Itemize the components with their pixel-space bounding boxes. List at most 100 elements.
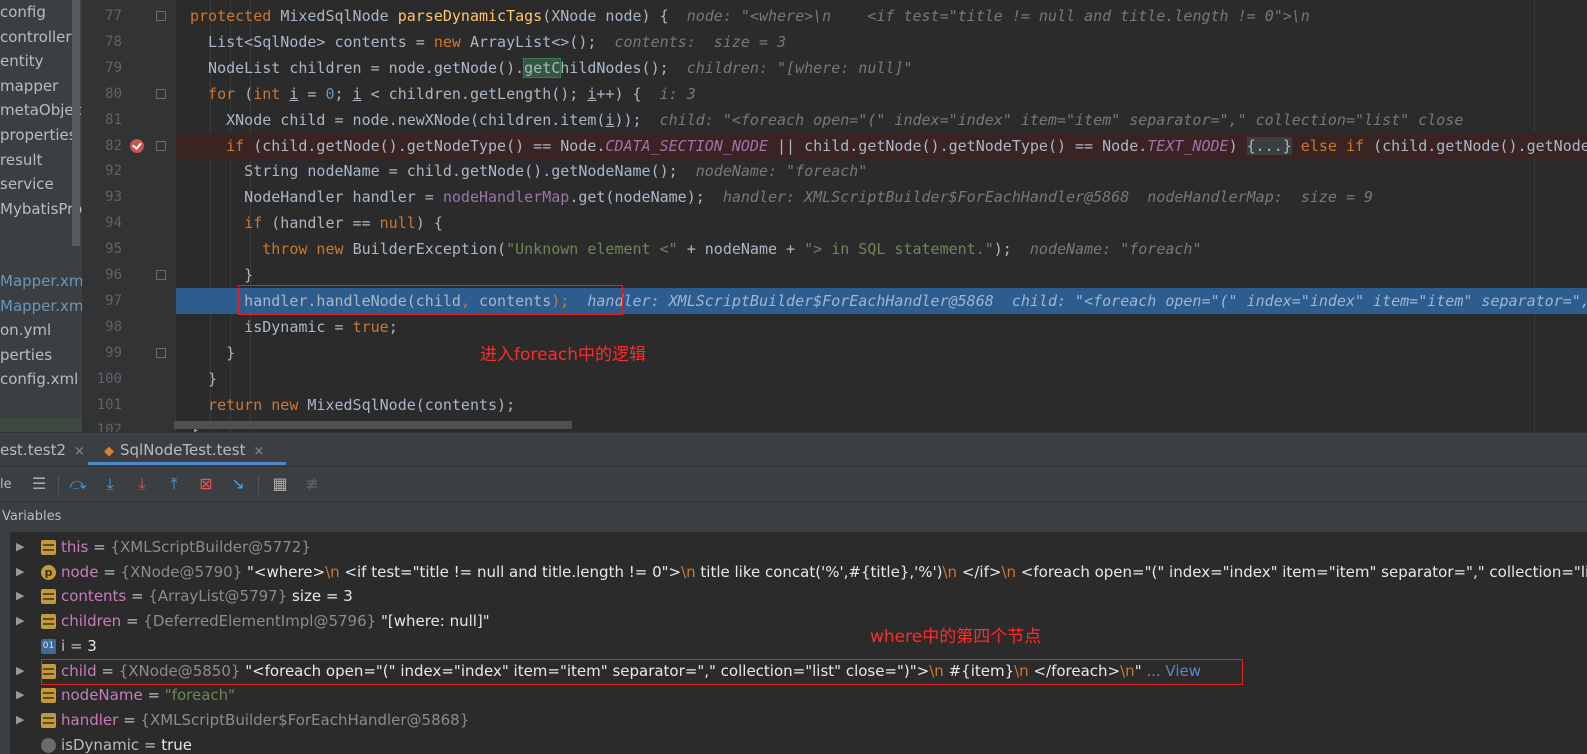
tab-test2[interactable]: est.test2 × [0,433,85,467]
variable-row[interactable]: ▶ this = {XMLScriptBuilder@5772} [0,535,1587,560]
expand-arrow-icon[interactable]: ▶ [16,535,24,560]
variable-row[interactable]: ▶ nodeName = "foreach" [0,683,1587,708]
close-icon[interactable]: × [253,444,264,459]
project-scrollbar[interactable] [72,0,80,246]
code-token: } [190,266,254,284]
variable-row[interactable]: isDynamic = true [0,733,1587,754]
project-tree-item[interactable]: perties [0,343,52,367]
code-token: new [433,32,470,51]
project-tree-item[interactable]: config [0,0,46,24]
breakpoint-icon[interactable] [130,138,144,153]
code-token: nodeHandlerMap [442,188,570,207]
code-editor[interactable]: protected MixedSqlNode parseDynamicTags(… [176,0,1587,432]
field-variable-icon [41,540,56,555]
close-icon[interactable]: × [74,444,85,459]
line-number: 100 [96,370,122,387]
expand-arrow-icon[interactable]: ▶ [16,560,24,585]
code-token: ) [1228,136,1247,155]
variable-value: {XMLScriptBuilder$ForEachHandler@5868} [140,710,470,729]
code-token: 0 [325,84,335,103]
code-token: NodeHandler handler = [190,188,443,207]
code-token: if [190,214,272,233]
variable-value: = [142,686,165,705]
code-line: isDynamic = true; [176,314,1587,340]
editor-horizontal-scrollbar[interactable] [174,421,572,429]
code-token: (child.getNode().getNodeType() == Node. [1373,136,1587,155]
fold-marker-icon[interactable] [156,140,166,151]
code-token: } [190,369,218,388]
project-tree-item[interactable]: metaObject [0,98,82,122]
variable-value: </if> [957,562,1002,581]
frames-list-icon[interactable]: ☰ [29,474,49,494]
project-tree-item[interactable]: result [0,148,42,172]
step-over-icon[interactable]: ⤼ [68,474,88,494]
variable-row[interactable]: ▶ contents = {ArrayList@5797} size = 3 [0,584,1587,609]
step-into-icon[interactable]: ⤓ [100,474,120,494]
variable-value: = [88,538,111,556]
variables-tree[interactable]: ▶ this = {XMLScriptBuilder@5772} ▶ p node = … [0,532,1587,754]
debug-tab-bar: est.test2 × ◆ SqlNodeTest.test × [0,432,1587,466]
variable-row[interactable]: ▶ handler = {XMLScriptBuilder$ForEachHand… [0,708,1587,733]
code-token: )); [614,110,660,129]
fold-marker-icon[interactable] [156,88,166,99]
project-tree-item[interactable]: entity [0,49,44,73]
step-out-icon[interactable]: ⤒ [164,474,184,494]
code-token: .get(nodeName); [569,188,723,207]
expand-arrow-icon[interactable]: ▶ [16,659,24,684]
variable-value: \n [1001,562,1017,581]
line-number: 92 [105,163,122,180]
trace-stream-icon[interactable]: ≢ [302,474,322,494]
fold-marker-icon[interactable] [156,347,166,358]
project-tree-item[interactable]: Mapper.xml [0,294,82,318]
project-tree-item[interactable]: on.yml [0,318,51,342]
code-token: NodeList children = node.getNode(). [190,58,525,77]
variable-value: = [139,735,162,754]
variable-value: = [118,710,141,729]
variable-row[interactable]: ▶ children = {DeferredElementImpl@5796} "… [0,609,1587,634]
code-token: null [379,214,416,233]
expand-arrow-icon[interactable]: ▶ [16,584,24,609]
field-variable-icon [41,688,56,704]
project-tree-item[interactable]: config.xml [0,367,78,391]
code-token: BuilderException( [352,240,507,259]
variable-text: node = {XNode@5790} "<where>\n <if test=… [61,560,1587,585]
fold-marker-icon[interactable] [156,270,166,280]
run-to-cursor-icon[interactable]: ↘ [228,474,248,494]
code-token: (child.getNode().getNodeType() == Node. [253,136,606,155]
variable-value: \n [681,562,696,581]
expand-arrow-icon[interactable]: ▶ [16,609,24,634]
tab-label: SqlNodeTest.test [120,441,246,459]
evaluate-expression-icon[interactable]: ▦ [270,474,290,494]
project-tree-item[interactable]: controller [0,25,72,49]
debug-toolbar: le ☰ ⤼ ⤓ ⤓ ⤒ ⊠ ↘ ▦ ≢ [0,466,1587,502]
code-line: if (child.getNode().getNodeType() == Nod… [176,132,1587,159]
code-token: isDynamic = [190,317,353,336]
inline-debug-value: i: 3 [659,84,696,103]
project-tree-item[interactable]: Mapper.xml [0,269,82,293]
code-token: ( [244,84,254,103]
variable-row[interactable]: 01 i = 3 [0,634,1587,659]
variable-row[interactable]: ▶ p node = {XNode@5790} "<where>\n <if tes… [0,560,1587,585]
variable-value: <if test="title != null and title.length… [339,562,682,581]
field-variable-icon [41,614,56,630]
fold-marker-icon[interactable] [156,11,166,21]
expand-arrow-icon[interactable]: ▶ [16,683,24,708]
inline-debug-value: node: "<where>\n <if test="title != null… [686,7,1310,25]
code-token: || child.getNode().getNodeType() == Node… [767,136,1148,155]
drop-frame-icon[interactable]: ⊠ [196,474,216,494]
expand-arrow-icon[interactable]: ▶ [16,708,24,733]
line-number: 82 [105,137,122,154]
annotation-foreach-logic: 进入foreach中的逻辑 [480,345,646,365]
force-step-into-icon[interactable]: ⤓ [132,474,152,494]
project-tree-item[interactable]: properties [0,123,77,147]
code-line: XNode child = node.newXNode(children.ite… [176,107,1587,133]
line-number: 80 [105,85,122,102]
variable-name: node [61,562,99,581]
variable-text: i = 3 [61,634,97,659]
project-tree-item[interactable]: mapper [0,74,58,98]
project-tree-item[interactable]: MybatisPro [0,197,82,221]
toolbar-separator [58,475,59,495]
project-tree-item[interactable]: service [0,172,54,196]
variable-text: children = {DeferredElementImpl@5796} "[… [61,609,490,634]
variable-text: handler = {XMLScriptBuilder$ForEachHandl… [61,708,469,733]
